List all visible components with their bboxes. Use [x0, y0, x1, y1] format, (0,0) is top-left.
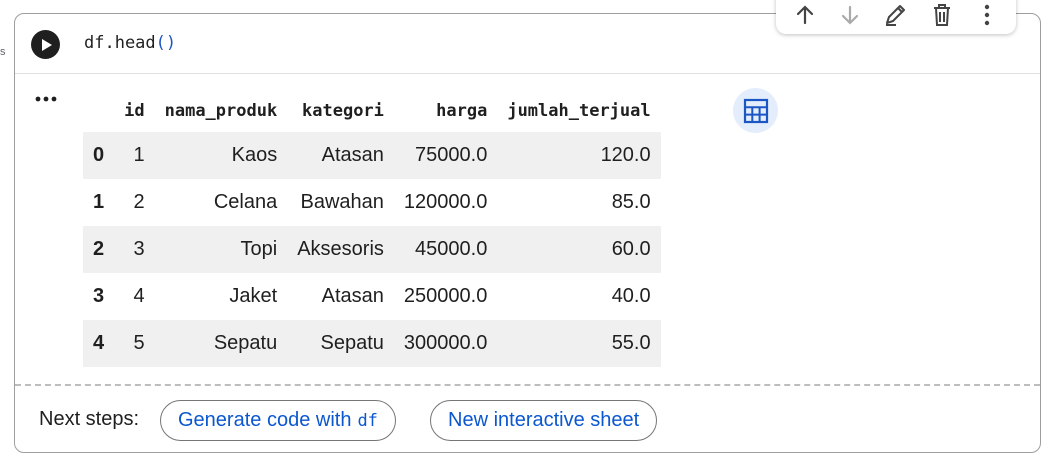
column-header: jumlah_terjual — [507, 101, 651, 121]
table-row: 0 1 Kaos Atasan 75000.0 120.0 — [83, 132, 661, 179]
table-cell: 1 — [114, 132, 155, 179]
column-header: harga — [436, 101, 488, 121]
code-input-row: df.head() — [15, 14, 1040, 74]
next-steps-bar: Next steps: Generate code with df New in… — [15, 384, 1040, 454]
column-header: kategori — [302, 101, 384, 121]
row-index: 2 — [83, 226, 115, 273]
table-cell: Sepatu — [287, 320, 394, 367]
table-row: 3 4 Jaket Atasan 250000.0 40.0 — [83, 273, 661, 320]
table-cell: 300000.0 — [393, 320, 498, 367]
table-cell: Topi — [154, 226, 288, 273]
output-actions-button[interactable] — [35, 90, 57, 108]
table-cell: 45000.0 — [393, 226, 498, 273]
table-cell: 4 — [114, 273, 155, 320]
table-cell: 5 — [114, 320, 155, 367]
table-cell: 60.0 — [497, 226, 661, 273]
code-editor[interactable]: df.head() — [84, 33, 176, 53]
dataframe-table: id nama_produk kategori harga jumlah_ter… — [83, 90, 661, 367]
table-cell: Bawahan — [287, 179, 394, 226]
play-icon — [41, 38, 52, 51]
more-horiz-icon — [35, 96, 57, 102]
table-header-row: id nama_produk kategori harga jumlah_ter… — [83, 90, 661, 132]
table-cell: 55.0 — [497, 320, 661, 367]
new-interactive-sheet-button[interactable]: New interactive sheet — [430, 400, 658, 441]
table-cell: 40.0 — [497, 273, 661, 320]
generate-code-var: df — [357, 410, 378, 431]
table-cell: Aksesoris — [287, 226, 394, 273]
table-cell: Kaos — [154, 132, 288, 179]
table-cell: Jaket — [154, 273, 288, 320]
row-index: 4 — [83, 320, 115, 367]
convert-to-interactive-table-button[interactable] — [733, 88, 778, 133]
run-cell-button[interactable] — [31, 30, 60, 59]
table-grid-icon — [743, 98, 768, 123]
row-index: 0 — [83, 132, 115, 179]
table-cell: Celana — [154, 179, 288, 226]
column-header: nama_produk — [164, 101, 278, 121]
index-header — [83, 90, 114, 132]
table-row: 4 5 Sepatu Sepatu 300000.0 55.0 — [83, 320, 661, 367]
column-header: id — [124, 101, 145, 121]
table-cell: 3 — [114, 226, 155, 273]
table-cell: 2 — [114, 179, 155, 226]
table-row: 2 3 Topi Aksesoris 45000.0 60.0 — [83, 226, 661, 273]
table-row: 1 2 Celana Bawahan 120000.0 85.0 — [83, 179, 661, 226]
table-cell: 85.0 — [497, 179, 661, 226]
code-cell: df.head() id nama_produk kategori harga … — [14, 0, 1041, 454]
table-cell: Atasan — [287, 132, 394, 179]
new-interactive-sheet-label: New interactive sheet — [448, 409, 640, 431]
table-cell: Sepatu — [154, 320, 288, 367]
next-steps-label: Next steps: — [39, 408, 140, 430]
table-cell: 75000.0 — [393, 132, 498, 179]
table-cell: 250000.0 — [393, 273, 498, 320]
table-cell: 120.0 — [497, 132, 661, 179]
code-parens: () — [155, 33, 177, 53]
code-text: df.head — [84, 33, 156, 53]
left-gutter-mark: s — [0, 46, 6, 58]
generate-code-label: Generate code with — [178, 409, 352, 431]
row-index: 3 — [83, 273, 115, 320]
row-index: 1 — [83, 179, 115, 226]
table-cell: Atasan — [287, 273, 394, 320]
generate-code-button[interactable]: Generate code with df — [160, 400, 396, 441]
table-cell: 120000.0 — [393, 179, 498, 226]
